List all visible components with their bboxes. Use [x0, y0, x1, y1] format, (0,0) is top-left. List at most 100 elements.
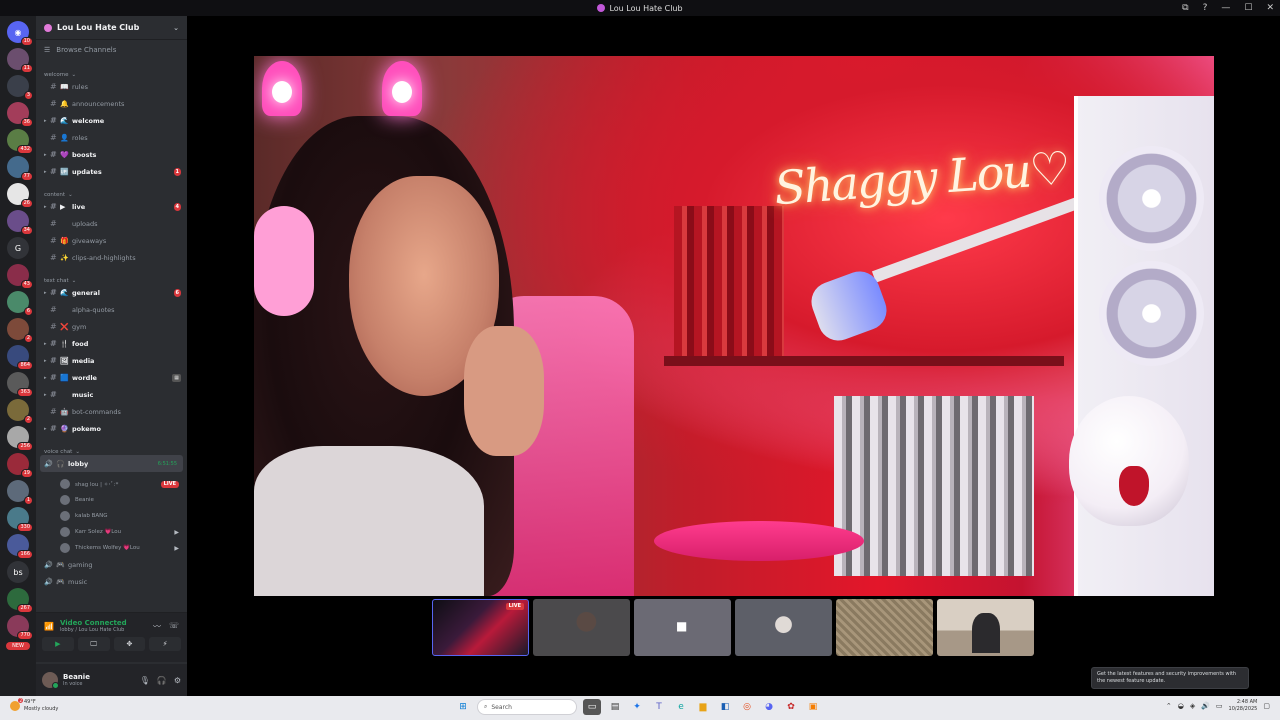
- category-content[interactable]: content ⌄: [36, 186, 187, 198]
- server-icon[interactable]: G: [7, 237, 29, 259]
- server-icon[interactable]: 864: [7, 345, 33, 370]
- window-control[interactable]: ✕: [1266, 3, 1274, 13]
- server-icon[interactable]: 770: [7, 615, 33, 640]
- server-icon[interactable]: 77: [7, 156, 33, 181]
- teams-icon[interactable]: T: [651, 699, 667, 715]
- participant-tile[interactable]: [735, 599, 832, 656]
- microphone-icon[interactable]: 🎙: [140, 676, 150, 685]
- server-icon[interactable]: 6: [7, 291, 33, 316]
- channel-music[interactable]: ▸ # music: [36, 386, 187, 403]
- store-icon[interactable]: ◧: [717, 699, 733, 715]
- task-view-icon[interactable]: ▭: [583, 699, 601, 715]
- window-control[interactable]: ☐: [1244, 3, 1252, 13]
- server-icon[interactable]: 36: [7, 102, 33, 127]
- chrome-icon[interactable]: ◎: [739, 699, 755, 715]
- volume-icon[interactable]: 🔊: [1201, 702, 1210, 710]
- channel-food[interactable]: ▸ # 🍴 food: [36, 335, 187, 352]
- headphones-icon[interactable]: 🎧: [157, 676, 167, 685]
- voice-location[interactable]: lobby / Lou Lou Hate Club: [60, 627, 127, 633]
- voice-channel-music[interactable]: 🔊 🎮 music: [36, 573, 187, 590]
- camera-button[interactable]: ▶: [42, 637, 74, 651]
- server-icon[interactable]: 43: [7, 264, 33, 289]
- server-icon[interactable]: 34: [7, 210, 33, 235]
- window-control[interactable]: ⧉: [1182, 3, 1188, 13]
- update-toast[interactable]: Get the latest features and security imp…: [1091, 667, 1249, 689]
- voice-user[interactable]: Karr Solez 💗Lou ▶: [36, 524, 187, 540]
- new-badge[interactable]: NEW: [6, 642, 30, 650]
- voice-channel-gaming[interactable]: 🔊 🎮 gaming: [36, 556, 187, 573]
- server-icon[interactable]: 267: [7, 588, 33, 613]
- folder-icon[interactable]: ▆: [695, 699, 711, 715]
- voice-user[interactable]: Thickems Wolfey 💗Lou ▶: [36, 540, 187, 556]
- guild-header[interactable]: Lou Lou Hate Club ⌄: [36, 16, 187, 40]
- soundboard-button[interactable]: ⚡: [149, 637, 181, 651]
- window-control[interactable]: ?: [1203, 3, 1208, 13]
- participant-tile[interactable]: [937, 599, 1034, 656]
- channel-clips-and-highlights[interactable]: # ✨ clips-and-highlights: [36, 249, 187, 266]
- clock[interactable]: 2:48 AM 10/28/2025: [1229, 699, 1258, 713]
- channel-live[interactable]: ▸ # ▶ live 4: [36, 198, 187, 215]
- search-box[interactable]: ⌕ Search: [477, 699, 577, 715]
- channel-general[interactable]: ▸ # 🌊 general 6: [36, 284, 187, 301]
- server-icon[interactable]: ◉ 10: [7, 21, 33, 46]
- server-icon[interactable]: 3: [7, 75, 33, 100]
- channel-giveaways[interactable]: # 🎁 giveaways: [36, 232, 187, 249]
- channel-announcements[interactable]: # 🔔 announcements: [36, 95, 187, 112]
- channel-rules[interactable]: # 📖 rules: [36, 78, 187, 95]
- channel-boosts[interactable]: ▸ # 💜 boosts: [36, 146, 187, 163]
- channel-media[interactable]: ▸ # 🖼 media: [36, 352, 187, 369]
- category-text-chat[interactable]: text chat ⌄: [36, 272, 187, 284]
- server-icon[interactable]: 1: [7, 480, 33, 505]
- participant-tile[interactable]: LIVE: [432, 599, 529, 656]
- voice-user[interactable]: kalab BANG: [36, 508, 187, 524]
- channel-bot-commands[interactable]: # 🤖 bot-commands: [36, 403, 187, 420]
- channel-roles[interactable]: # 👤 roles: [36, 129, 187, 146]
- notification-icon[interactable]: ▢: [1263, 702, 1270, 710]
- disconnect-icon[interactable]: ☏: [169, 621, 179, 632]
- server-icon[interactable]: 363: [7, 372, 33, 397]
- network-icon[interactable]: ◈: [1190, 702, 1195, 710]
- channel-wordle[interactable]: ▸ # 🟦 wordle ▦: [36, 369, 187, 386]
- window-control[interactable]: —: [1221, 3, 1230, 13]
- chevron-up-icon[interactable]: ⌃: [1166, 702, 1172, 710]
- channel-welcome[interactable]: ▸ # 🌊 welcome: [36, 112, 187, 129]
- server-icon[interactable]: 256: [7, 426, 33, 451]
- gear-icon[interactable]: ⚙: [174, 676, 181, 685]
- browse-channels[interactable]: ☰ Browse Channels: [36, 40, 187, 60]
- server-icon[interactable]: 2: [7, 399, 33, 424]
- screen-share-button[interactable]: 🖵: [77, 637, 110, 651]
- server-icon[interactable]: 166: [7, 534, 33, 559]
- discord-icon[interactable]: ◕: [761, 699, 777, 715]
- tray-icon[interactable]: ◒: [1178, 702, 1184, 710]
- channel-uploads[interactable]: # uploads: [36, 215, 187, 232]
- windows-start-icon[interactable]: ⊞: [455, 699, 471, 715]
- app-icon[interactable]: ▣: [805, 699, 821, 715]
- copilot-icon[interactable]: ✦: [629, 699, 645, 715]
- participant-tile[interactable]: [533, 599, 630, 656]
- app-icon[interactable]: ✿: [783, 699, 799, 715]
- server-icon[interactable]: bs: [7, 561, 29, 583]
- participant-tile[interactable]: [836, 599, 933, 656]
- channel-gym[interactable]: # ❌ gym: [36, 318, 187, 335]
- server-icon[interactable]: 19: [7, 453, 33, 478]
- activities-button[interactable]: ✥: [113, 637, 146, 651]
- server-icon[interactable]: 26: [7, 183, 33, 208]
- noise-suppression-icon[interactable]: 〰: [153, 621, 161, 632]
- avatar[interactable]: [42, 672, 59, 689]
- edge-icon[interactable]: e: [673, 699, 689, 715]
- voice-channel-lobby[interactable]: 🔊 🎧 lobby 6:51:55: [40, 455, 183, 472]
- voice-user[interactable]: Beanie: [36, 492, 187, 508]
- channel-updates[interactable]: ▸ # 🆙 updates 1: [36, 163, 187, 180]
- server-icon[interactable]: 11: [7, 48, 33, 73]
- channel-pokemo[interactable]: ▸ # 🔮 pokemo: [36, 420, 187, 437]
- channel-alpha-quotes[interactable]: # alpha-quotes: [36, 301, 187, 318]
- category-voice-chat[interactable]: voice chat ⌄: [36, 443, 187, 455]
- server-icon[interactable]: 432: [7, 129, 33, 154]
- weather-widget[interactable]: 2 49°F Mostly cloudy: [10, 698, 58, 713]
- server-icon[interactable]: 330: [7, 507, 33, 532]
- file-icon[interactable]: ▤: [607, 699, 623, 715]
- server-icon[interactable]: 2: [7, 318, 33, 343]
- participant-tile[interactable]: ■: [634, 599, 731, 656]
- battery-icon[interactable]: ▭: [1216, 702, 1223, 710]
- signal-icon[interactable]: 📶: [44, 622, 54, 631]
